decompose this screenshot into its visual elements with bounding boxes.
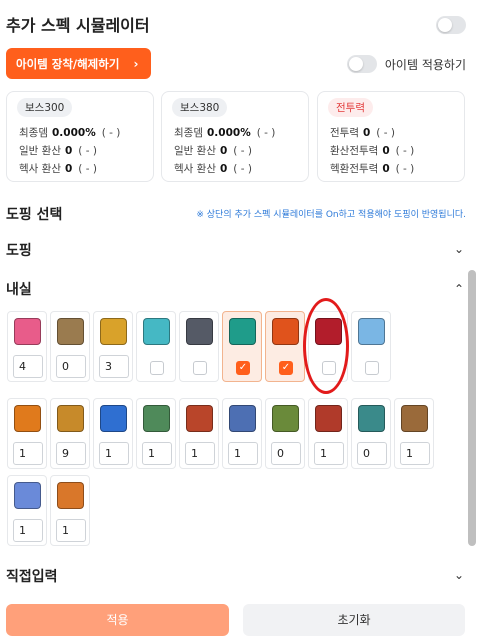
reset-button[interactable]: 초기화 (243, 604, 465, 636)
card-row: 전투력 0( - ) (330, 127, 395, 139)
quantity-input[interactable]: 1 (314, 442, 344, 465)
item-slot[interactable]: 0 (265, 398, 305, 469)
annotation-circle (303, 298, 349, 394)
card-chip: 보스300 (17, 98, 73, 117)
quantity-input[interactable]: 4 (13, 355, 43, 378)
item-slot[interactable]: 0 (351, 398, 391, 469)
item-slot[interactable]: 9 (50, 398, 90, 469)
inner-section-header[interactable]: 내실 (6, 279, 32, 299)
chevron-right-icon: › (133, 56, 139, 71)
equip-unequip-button[interactable]: 아이템 장착/해제하기 › (6, 48, 151, 79)
card-row: 헥사 환산 0( - ) (174, 163, 252, 175)
item-slot[interactable]: 1 (50, 475, 90, 546)
red-mask-icon (186, 405, 213, 432)
chevron-down-icon[interactable]: ⌄ (454, 568, 464, 582)
item-slot[interactable]: 1 (7, 475, 47, 546)
green-statue-icon (143, 405, 170, 432)
item-slot[interactable]: 4 (7, 311, 47, 382)
checkbox[interactable] (365, 361, 379, 375)
blue-crystal-icon (14, 482, 41, 509)
chevron-down-icon[interactable]: ⌄ (454, 242, 464, 256)
maple-leaf-icon (272, 318, 299, 345)
item-slot[interactable]: 1 (394, 398, 434, 469)
item-slot[interactable]: 1 (308, 398, 348, 469)
combat-power-card: 전투력 전투력 0( - ) 환산전투력 0( - ) 헥환전투력 0( - ) (317, 91, 465, 182)
item-slot[interactable]: 1 (7, 398, 47, 469)
quantity-input[interactable]: 1 (400, 442, 430, 465)
quantity-input[interactable]: 1 (142, 442, 172, 465)
gold-sword-icon (57, 405, 84, 432)
card-row: 헥사 환산 0( - ) (19, 163, 97, 175)
orange-stone-icon (57, 482, 84, 509)
equip-button-label: 아이템 장착/해제하기 (16, 56, 120, 71)
apply-items-control: 아이템 적용하기 (346, 55, 466, 73)
direct-input-header[interactable]: 직접입력 (6, 566, 58, 586)
boss300-card: 보스300 최종뎀 0.000%( - ) 일반 환산 0( - ) 헥사 환산 0(… (6, 91, 154, 182)
gold-potion-icon (100, 318, 127, 345)
quantity-input[interactable]: 1 (99, 442, 129, 465)
teal-tower-icon (358, 405, 385, 432)
brown-potion-icon (57, 318, 84, 345)
item-slot[interactable]: 3 (93, 311, 133, 382)
simulator-toggle[interactable] (436, 16, 466, 34)
quantity-input[interactable]: 0 (271, 442, 301, 465)
blue-armor-icon (229, 405, 256, 432)
character-icon (186, 318, 213, 345)
teal-blob-icon (143, 318, 170, 345)
card-row: 일반 환산 0( - ) (19, 145, 97, 157)
item-slot[interactable]: ✓ (222, 311, 262, 382)
quantity-input[interactable]: 1 (13, 519, 43, 542)
apply-items-label: 아이템 적용하기 (384, 57, 466, 72)
card-chip: 전투력 (328, 98, 373, 117)
quantity-input[interactable]: 1 (56, 519, 86, 542)
red-pillar-icon (315, 405, 342, 432)
app-header: 추가 스펙 시뮬레이터 (0, 0, 480, 46)
page-title: 추가 스펙 시뮬레이터 (6, 16, 150, 35)
checkbox[interactable] (193, 361, 207, 375)
orange-burst-icon (14, 405, 41, 432)
card-row: 환산전투력 0( - ) (330, 145, 415, 157)
card-row: 최종뎀 0.000%( - ) (174, 127, 276, 139)
green-flame-icon (229, 318, 256, 345)
quantity-input[interactable]: 9 (56, 442, 86, 465)
scrollbar[interactable] (468, 270, 476, 546)
doping-select-title: 도핑 선택 (6, 207, 63, 223)
doping-hint: ※ 상단의 추가 스펙 시뮬레이터를 On하고 적용해야 도핑이 반영됩니다. (196, 210, 466, 220)
item-slot[interactable]: 1 (93, 398, 133, 469)
item-slot[interactable] (136, 311, 176, 382)
item-slot[interactable]: 1 (222, 398, 262, 469)
card-row: 일반 환산 0( - ) (174, 145, 252, 157)
blue-orb-icon (100, 405, 127, 432)
item-slot[interactable]: 1 (179, 398, 219, 469)
card-row: 최종뎀 0.000%( - ) (19, 127, 121, 139)
quantity-input[interactable]: 3 (99, 355, 129, 378)
quantity-input[interactable]: 1 (13, 442, 43, 465)
boss380-card: 보스380 최종뎀 0.000%( - ) 일반 환산 0( - ) 헥사 환산 0(… (161, 91, 309, 182)
green-banner-icon (272, 405, 299, 432)
item-slot[interactable] (179, 311, 219, 382)
apply-items-toggle[interactable] (346, 55, 377, 73)
card-row: 헥환전투력 0( - ) (330, 163, 415, 175)
item-slot[interactable] (351, 311, 391, 382)
apply-button[interactable]: 적용 (6, 604, 229, 636)
quantity-input[interactable]: 1 (185, 442, 215, 465)
item-slot[interactable]: 0 (50, 311, 90, 382)
quantity-input[interactable]: 0 (357, 442, 387, 465)
checkbox[interactable] (150, 361, 164, 375)
snowflake-icon (358, 318, 385, 345)
card-chip: 보스380 (172, 98, 228, 117)
item-slot[interactable]: 1 (136, 398, 176, 469)
bronze-tower-icon (401, 405, 428, 432)
quantity-input[interactable]: 0 (56, 355, 86, 378)
pink-potion-icon (14, 318, 41, 345)
chevron-up-icon[interactable]: ⌃ (454, 282, 464, 296)
doping-section-header[interactable]: 도핑 (6, 240, 32, 260)
quantity-input[interactable]: 1 (228, 442, 258, 465)
checkbox-checked[interactable]: ✓ (236, 361, 250, 375)
item-slot[interactable]: ✓ (265, 311, 305, 382)
checkbox-checked[interactable]: ✓ (279, 361, 293, 375)
